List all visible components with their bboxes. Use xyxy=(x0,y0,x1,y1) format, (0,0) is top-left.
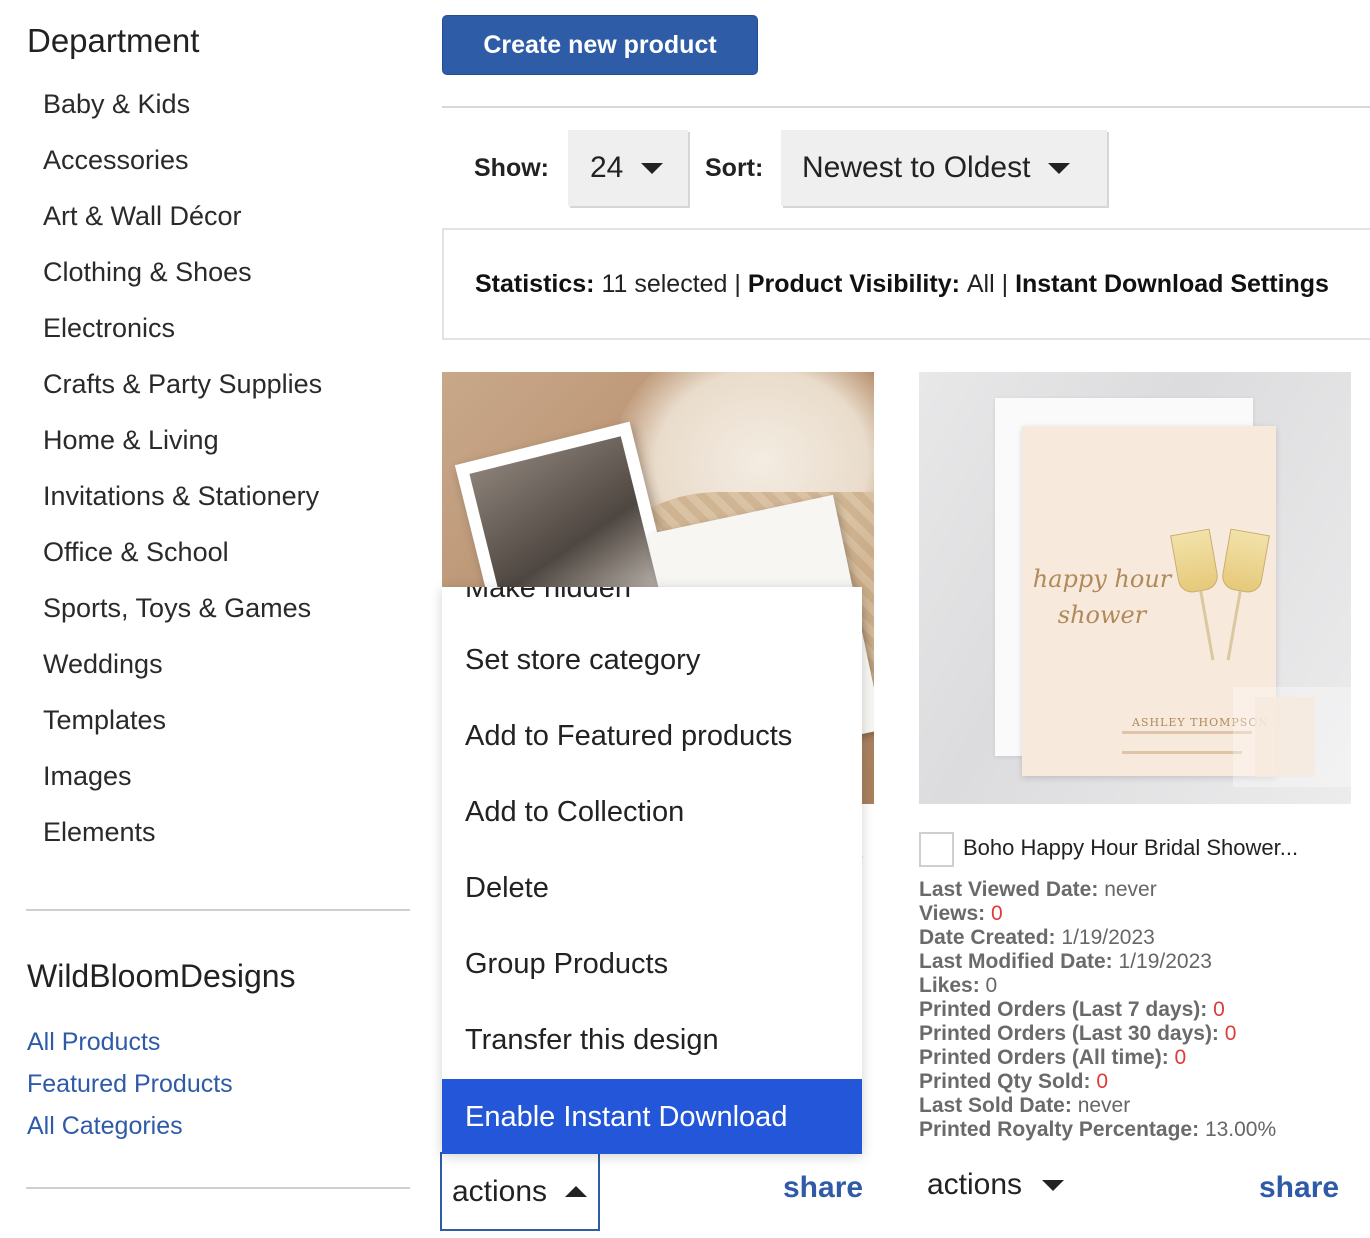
stat-label: Printed Qty Sold: xyxy=(919,1070,1091,1093)
invitation-detail-line xyxy=(1122,751,1242,754)
stat-value: 1/19/2023 xyxy=(1061,926,1155,949)
invitation-script-text: happy hour shower xyxy=(1032,565,1172,629)
department-list: Baby & Kids Accessories Art & Wall Décor… xyxy=(43,76,322,860)
stat-value: 13.00% xyxy=(1204,1118,1277,1141)
department-images[interactable]: Images xyxy=(43,748,322,804)
visibility-value[interactable]: All | xyxy=(967,270,1008,299)
stat-row: Printed Orders (All time): 0 xyxy=(919,1046,1276,1070)
stat-row: Printed Qty Sold: 0 xyxy=(919,1070,1276,1094)
stat-value: 0 xyxy=(1224,1022,1237,1045)
stat-value: 1/19/2023 xyxy=(1118,950,1212,973)
department-elements[interactable]: Elements xyxy=(43,804,322,860)
store-links: All Products Featured Products All Categ… xyxy=(27,1021,233,1147)
stat-value: 0 xyxy=(991,902,1003,925)
stat-value: 0 xyxy=(1213,998,1225,1021)
stat-row: Printed Orders (Last 7 days): 0 xyxy=(919,998,1276,1022)
stat-row: Last Viewed Date: never xyxy=(919,878,1276,902)
department-art-wall-decor[interactable]: Art & Wall Décor xyxy=(43,188,322,244)
stat-label: Views: xyxy=(919,902,986,925)
department-heading: Department xyxy=(27,22,200,59)
stat-row: Likes: 0 xyxy=(919,974,1276,998)
stat-value: 0 xyxy=(985,974,998,997)
department-office-school[interactable]: Office & School xyxy=(43,524,322,580)
department-weddings[interactable]: Weddings xyxy=(43,636,322,692)
menu-item-group-products[interactable]: Group Products xyxy=(442,926,862,1002)
show-select[interactable]: 24 xyxy=(568,130,688,206)
stat-label: Date Created: xyxy=(919,926,1056,949)
sidebar-divider-bottom xyxy=(26,1187,410,1189)
link-all-products[interactable]: All Products xyxy=(27,1021,233,1063)
department-invitations[interactable]: Invitations & Stationery xyxy=(43,468,322,524)
product-stats-2: Last Viewed Date: never Views: 0 Date Cr… xyxy=(919,878,1276,1142)
department-accessories[interactable]: Accessories xyxy=(43,132,322,188)
store-name: WildBloomDesigns xyxy=(27,958,296,994)
department-sports-toys[interactable]: Sports, Toys & Games xyxy=(43,580,322,636)
thumbnail-preview xyxy=(1233,687,1351,787)
stat-row: Last Modified Date: 1/19/2023 xyxy=(919,950,1276,974)
link-featured-products[interactable]: Featured Products xyxy=(27,1063,233,1105)
product-image-2[interactable]: happy hour shower ASHLEY THOMPSON xyxy=(919,372,1351,804)
stat-value: 0 xyxy=(1174,1046,1187,1069)
stat-label: Last Modified Date: xyxy=(919,950,1113,973)
statistics-value[interactable]: 11 selected | xyxy=(601,270,740,299)
department-crafts-party[interactable]: Crafts & Party Supplies xyxy=(43,356,322,412)
actions-label: actions xyxy=(927,1168,1023,1201)
chevron-up-icon xyxy=(565,1186,588,1197)
share-link-1[interactable]: share xyxy=(783,1171,863,1205)
department-electronics[interactable]: Electronics xyxy=(43,300,322,356)
menu-item-set-store-category[interactable]: Set store category xyxy=(442,622,862,698)
menu-item-add-collection[interactable]: Add to Collection xyxy=(442,774,862,850)
instant-download-settings[interactable]: Instant Download Settings xyxy=(1015,270,1329,299)
actions-dropdown-button-1[interactable]: actions xyxy=(440,1152,600,1231)
stat-row: Last Sold Date: never xyxy=(919,1094,1276,1118)
chevron-down-icon xyxy=(1048,162,1071,174)
stat-value: 0 xyxy=(1096,1070,1109,1093)
actions-dropdown-button-2[interactable]: actions xyxy=(927,1168,1065,1202)
show-value: 24 xyxy=(590,151,624,184)
product-select-checkbox[interactable] xyxy=(919,832,954,867)
chevron-down-icon xyxy=(1042,1179,1065,1191)
menu-item-make-hidden[interactable]: Make hidden xyxy=(442,587,862,605)
stat-row: Printed Orders (Last 30 days): 0 xyxy=(919,1022,1276,1046)
menu-item-add-featured[interactable]: Add to Featured products xyxy=(442,698,862,774)
stat-label: Last Viewed Date: xyxy=(919,878,1099,901)
bulk-settings-bar: Statistics: 11 selected | Product Visibi… xyxy=(442,228,1370,340)
sort-label: Sort: xyxy=(705,154,764,182)
chevron-down-icon xyxy=(641,162,664,174)
create-new-product-button[interactable]: Create new product xyxy=(442,15,758,75)
stat-value: never xyxy=(1104,878,1157,901)
share-link-2[interactable]: share xyxy=(1259,1171,1339,1205)
department-baby-kids[interactable]: Baby & Kids xyxy=(43,76,322,132)
product-title-2[interactable]: Boho Happy Hour Bridal Shower... xyxy=(963,835,1298,861)
stat-label: Printed Royalty Percentage: xyxy=(919,1118,1200,1141)
sidebar-divider xyxy=(26,909,410,911)
stat-row: Date Created: 1/19/2023 xyxy=(919,926,1276,950)
statistics-label: Statistics: xyxy=(475,269,595,298)
show-label: Show: xyxy=(474,154,549,182)
actions-label: actions xyxy=(452,1174,548,1208)
sort-select[interactable]: Newest to Oldest xyxy=(781,130,1107,206)
stat-label: Likes: xyxy=(919,974,980,997)
stat-label: Last Sold Date: xyxy=(919,1094,1072,1117)
department-clothing-shoes[interactable]: Clothing & Shoes xyxy=(43,244,322,300)
department-templates[interactable]: Templates xyxy=(43,692,322,748)
sort-value: Newest to Oldest xyxy=(802,151,1031,184)
menu-item-delete[interactable]: Delete xyxy=(442,850,862,926)
actions-menu: Make hidden Set store category Add to Fe… xyxy=(442,587,862,1154)
stat-label: Printed Orders (Last 30 days): xyxy=(919,1022,1219,1045)
link-all-categories[interactable]: All Categories xyxy=(27,1105,233,1147)
stat-label: Printed Orders (All time): xyxy=(919,1046,1169,1069)
menu-item-enable-instant-download[interactable]: Enable Instant Download xyxy=(442,1079,862,1154)
stat-row: Views: 0 xyxy=(919,902,1276,926)
stat-label: Printed Orders (Last 7 days): xyxy=(919,998,1208,1021)
department-home-living[interactable]: Home & Living xyxy=(43,412,322,468)
toolbar-divider xyxy=(442,106,1370,108)
stat-value: never xyxy=(1077,1094,1131,1117)
visibility-label: Product Visibility: xyxy=(747,269,960,298)
sidebar: Department Baby & Kids Accessories Art &… xyxy=(0,0,420,1238)
menu-item-transfer-design[interactable]: Transfer this design xyxy=(442,1002,862,1078)
stat-row: Printed Royalty Percentage: 13.00% xyxy=(919,1118,1276,1142)
